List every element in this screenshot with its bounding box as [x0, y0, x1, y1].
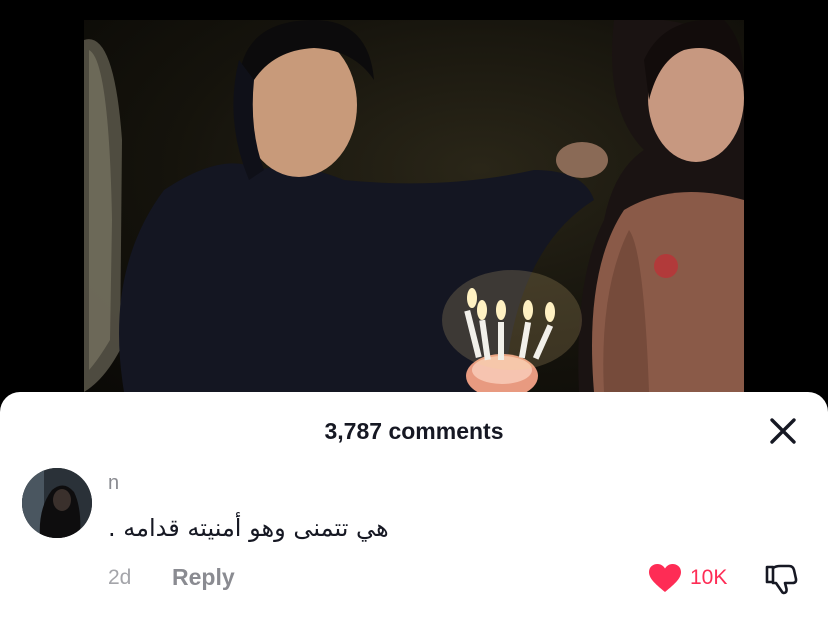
comment-timestamp: 2d — [108, 566, 132, 589]
comments-count-title: 3,787 comments — [324, 418, 504, 444]
avatar[interactable] — [22, 468, 92, 538]
video-frame-image — [84, 20, 744, 392]
like-count: 10K — [690, 566, 728, 589]
close-icon — [770, 418, 796, 444]
like-button[interactable]: 10K — [648, 562, 727, 594]
video-player[interactable] — [84, 20, 744, 392]
reply-button[interactable]: Reply — [172, 564, 235, 591]
comment-username[interactable]: n — [108, 472, 119, 495]
thumbs-down-icon — [765, 564, 798, 595]
heart-icon — [649, 564, 681, 592]
close-button[interactable] — [768, 416, 798, 446]
comment-text: هي تتمنى وهو أمنيته قدامه . — [108, 514, 389, 542]
avatar-image — [22, 468, 92, 538]
comments-sheet: 3,787 comments n هي تتمنى وهو أمنيته قدا… — [0, 392, 828, 622]
dislike-button[interactable] — [764, 562, 798, 596]
screen: 3,787 comments n هي تتمنى وهو أمنيته قدا… — [0, 0, 828, 622]
